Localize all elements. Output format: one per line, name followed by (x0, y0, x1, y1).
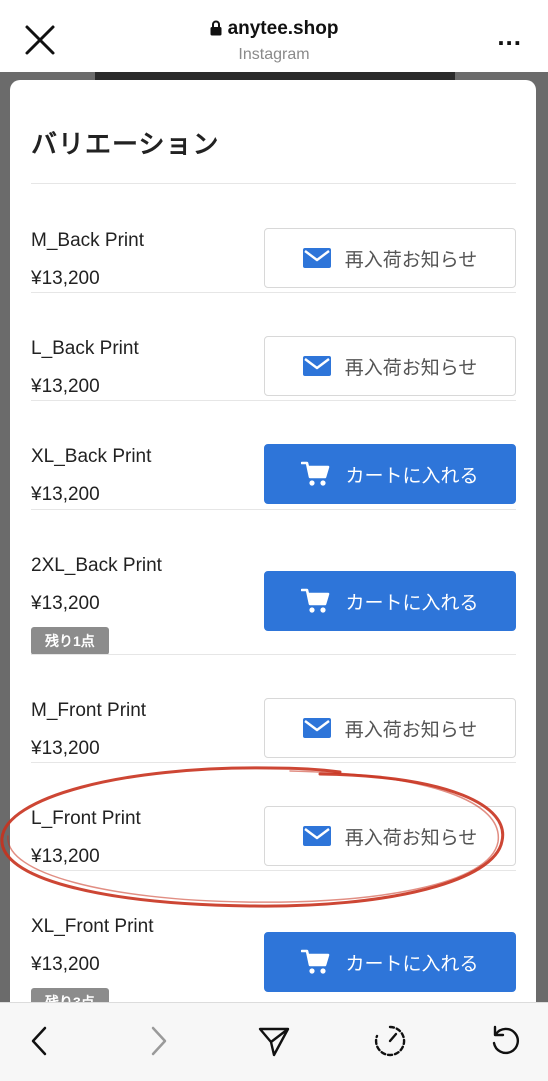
reload-button[interactable] (486, 1021, 526, 1061)
variation-name: 2XL_Back Print (31, 555, 162, 576)
lock-icon (210, 20, 222, 36)
cart-icon (301, 948, 331, 976)
cart-icon (301, 587, 331, 615)
forward-button[interactable] (138, 1021, 178, 1061)
row-divider (31, 292, 516, 293)
browser-bottom-bar (0, 1002, 548, 1081)
variation-price: ¥13,200 (31, 376, 100, 397)
button-label: 再入荷お知らせ (344, 719, 478, 741)
restock-notify-button[interactable]: 再入荷お知らせ (264, 228, 516, 288)
envelope-icon (302, 248, 331, 268)
row-divider (31, 654, 516, 655)
add-to-cart-button[interactable]: カートに入れる (264, 444, 516, 504)
row-divider (31, 762, 516, 763)
chevron-left-icon (31, 1026, 47, 1056)
back-button[interactable] (20, 1021, 60, 1061)
variation-sheet: バリエーション M_Back Print ¥13,200 再入荷お知らせ L_Back… (10, 80, 536, 1020)
title-divider (31, 183, 516, 184)
domain-text: anytee.shop (227, 18, 339, 39)
variation-name: XL_Back Print (31, 446, 152, 467)
restock-notify-button[interactable]: 再入荷お知らせ (264, 336, 516, 396)
button-label: カートに入れる (345, 953, 479, 975)
share-button[interactable] (254, 1021, 294, 1061)
variation-name: L_Back Print (31, 338, 139, 359)
button-label: 再入荷お知らせ (344, 357, 478, 379)
add-to-cart-button[interactable]: カートに入れる (264, 932, 516, 992)
sheet-title: バリエーション (31, 129, 220, 159)
button-label: 再入荷お知らせ (344, 827, 478, 849)
variation-name: M_Back Print (31, 230, 144, 251)
send-icon (258, 1027, 290, 1057)
envelope-icon (302, 356, 331, 376)
variation-price: ¥13,200 (31, 738, 100, 759)
source-text: Instagram (238, 46, 310, 63)
button-label: カートに入れる (345, 592, 479, 614)
browser-top-bar: anytee.shop Instagram ... (0, 0, 548, 72)
restock-notify-button[interactable]: 再入荷お知らせ (264, 806, 516, 866)
button-label: 再入荷お知らせ (344, 249, 478, 271)
envelope-icon (302, 826, 331, 846)
cart-icon (301, 460, 331, 488)
button-label: カートに入れる (345, 465, 479, 487)
add-to-cart-button[interactable]: カートに入れる (264, 571, 516, 631)
timer-icon (374, 1025, 406, 1057)
more-options-button[interactable]: ... (497, 23, 522, 49)
variation-price: ¥13,200 (31, 593, 100, 614)
variation-price: ¥13,200 (31, 954, 100, 975)
row-divider (31, 400, 516, 401)
url-display[interactable]: anytee.shop Instagram (0, 18, 548, 64)
variation-price: ¥13,200 (31, 484, 100, 505)
row-divider (31, 870, 516, 871)
restock-notify-button[interactable]: 再入荷お知らせ (264, 698, 516, 758)
stock-badge: 残り1点 (31, 627, 109, 655)
chevron-right-icon (151, 1026, 167, 1056)
variation-price: ¥13,200 (31, 268, 100, 289)
row-divider (31, 509, 516, 510)
variation-name: M_Front Print (31, 700, 147, 721)
envelope-icon (302, 718, 331, 738)
activity-button[interactable] (370, 1021, 410, 1061)
variation-price: ¥13,200 (31, 846, 100, 867)
variation-name: XL_Front Print (31, 916, 154, 937)
reload-icon (492, 1025, 519, 1055)
variation-name: L_Front Print (31, 808, 141, 829)
